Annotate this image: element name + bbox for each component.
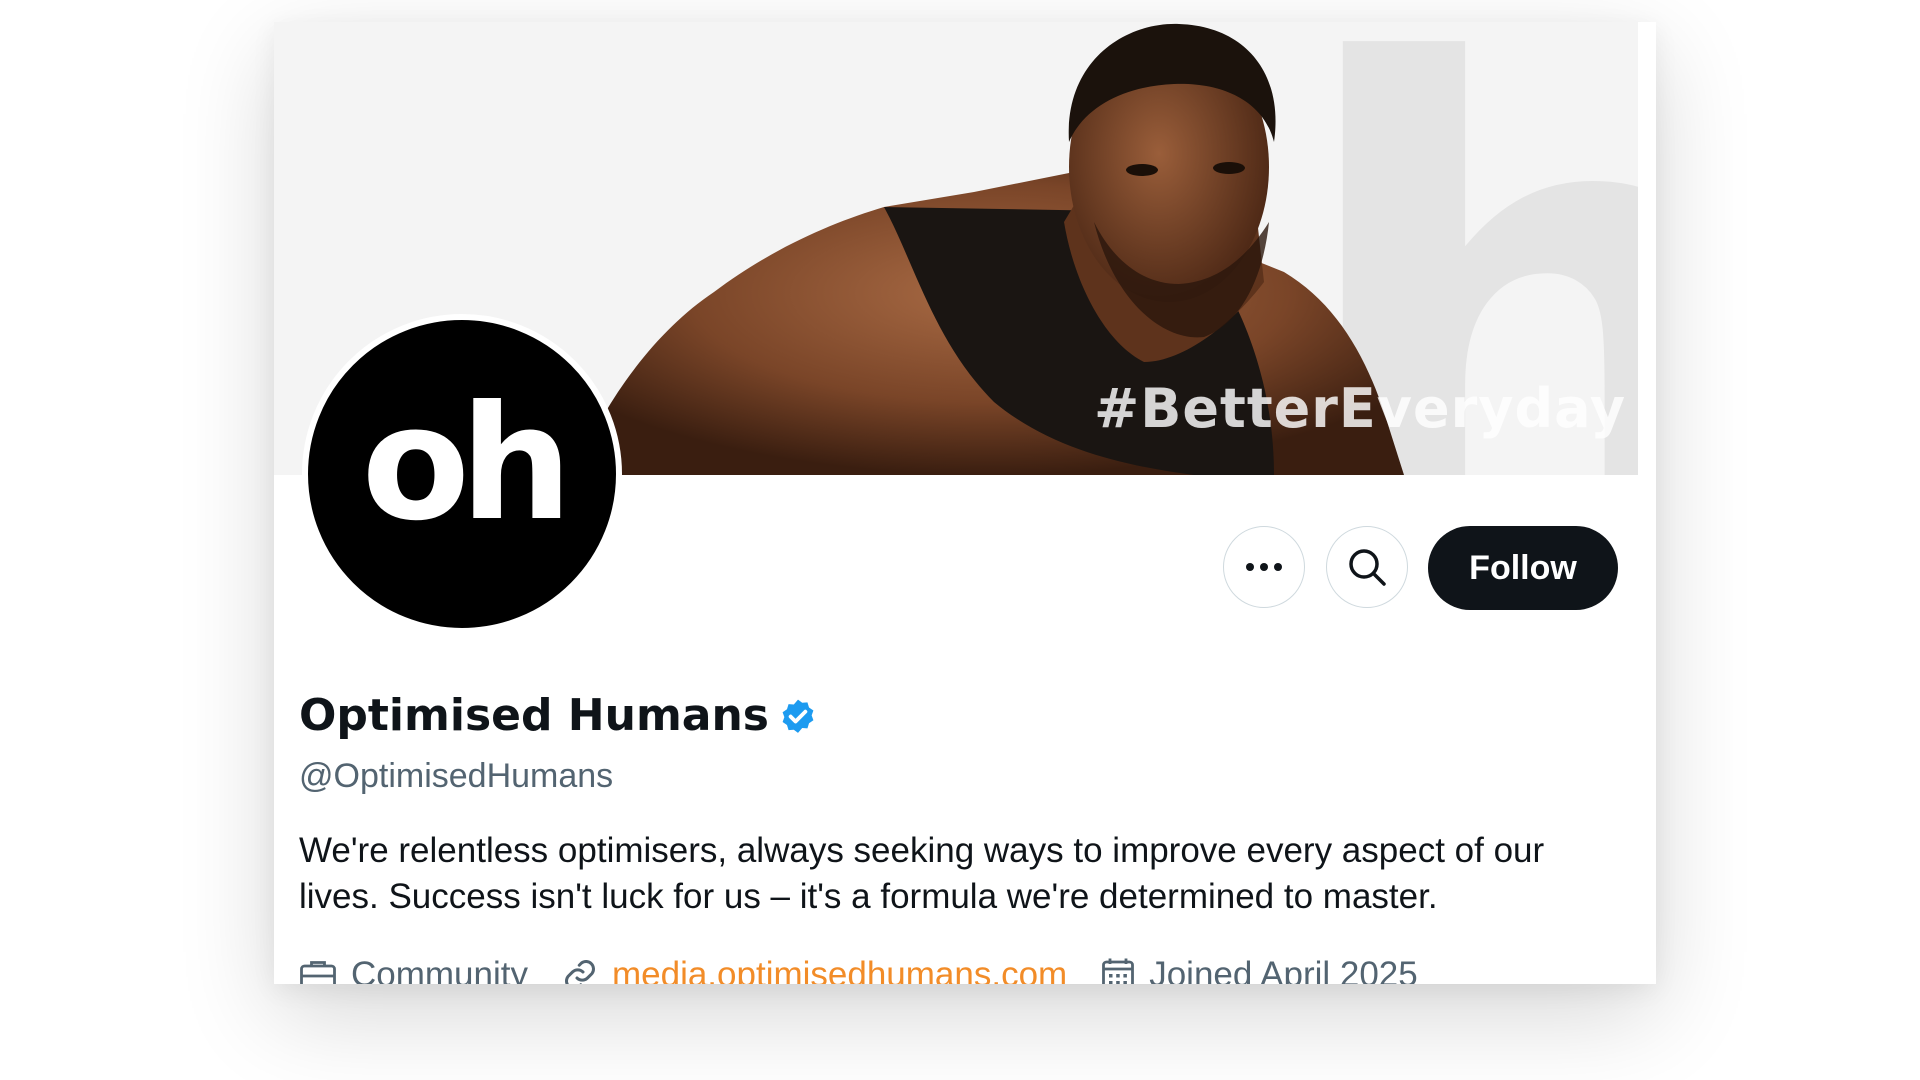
verified-badge-icon[interactable] — [777, 697, 819, 739]
more-dots-icon — [1246, 563, 1282, 571]
meta-category-label: Community — [351, 955, 528, 984]
name-row: Optimised Humans — [299, 690, 819, 741]
more-options-button[interactable] — [1223, 526, 1305, 608]
profile-meta: Community media.optimisedhumans.com Join… — [299, 955, 1452, 984]
display-name: Optimised Humans — [299, 690, 769, 741]
avatar-logo-text: oh — [361, 372, 572, 556]
link-icon — [565, 960, 595, 984]
profile-card: h #BetterEveryday oh Follow Optimised Hu… — [274, 22, 1656, 984]
meta-joined-label: Joined April 2025 — [1149, 955, 1418, 984]
calendar-icon — [1102, 958, 1135, 984]
profile-handle: @OptimisedHumans — [299, 757, 614, 795]
profile-avatar[interactable]: oh — [302, 314, 622, 634]
search-profile-button[interactable] — [1326, 526, 1408, 608]
profile-bio: We're relentless optimisers, always seek… — [299, 831, 1545, 916]
briefcase-icon — [300, 961, 336, 984]
follow-button[interactable]: Follow — [1428, 526, 1618, 610]
meta-joined: Joined April 2025 — [1101, 955, 1418, 984]
website-link[interactable]: media.optimisedhumans.com — [612, 955, 1067, 984]
search-icon — [1349, 549, 1386, 586]
meta-category: Community — [299, 955, 528, 984]
meta-website: media.optimisedhumans.com — [562, 955, 1067, 984]
banner-hashtag: #BetterEveryday — [1094, 377, 1627, 440]
